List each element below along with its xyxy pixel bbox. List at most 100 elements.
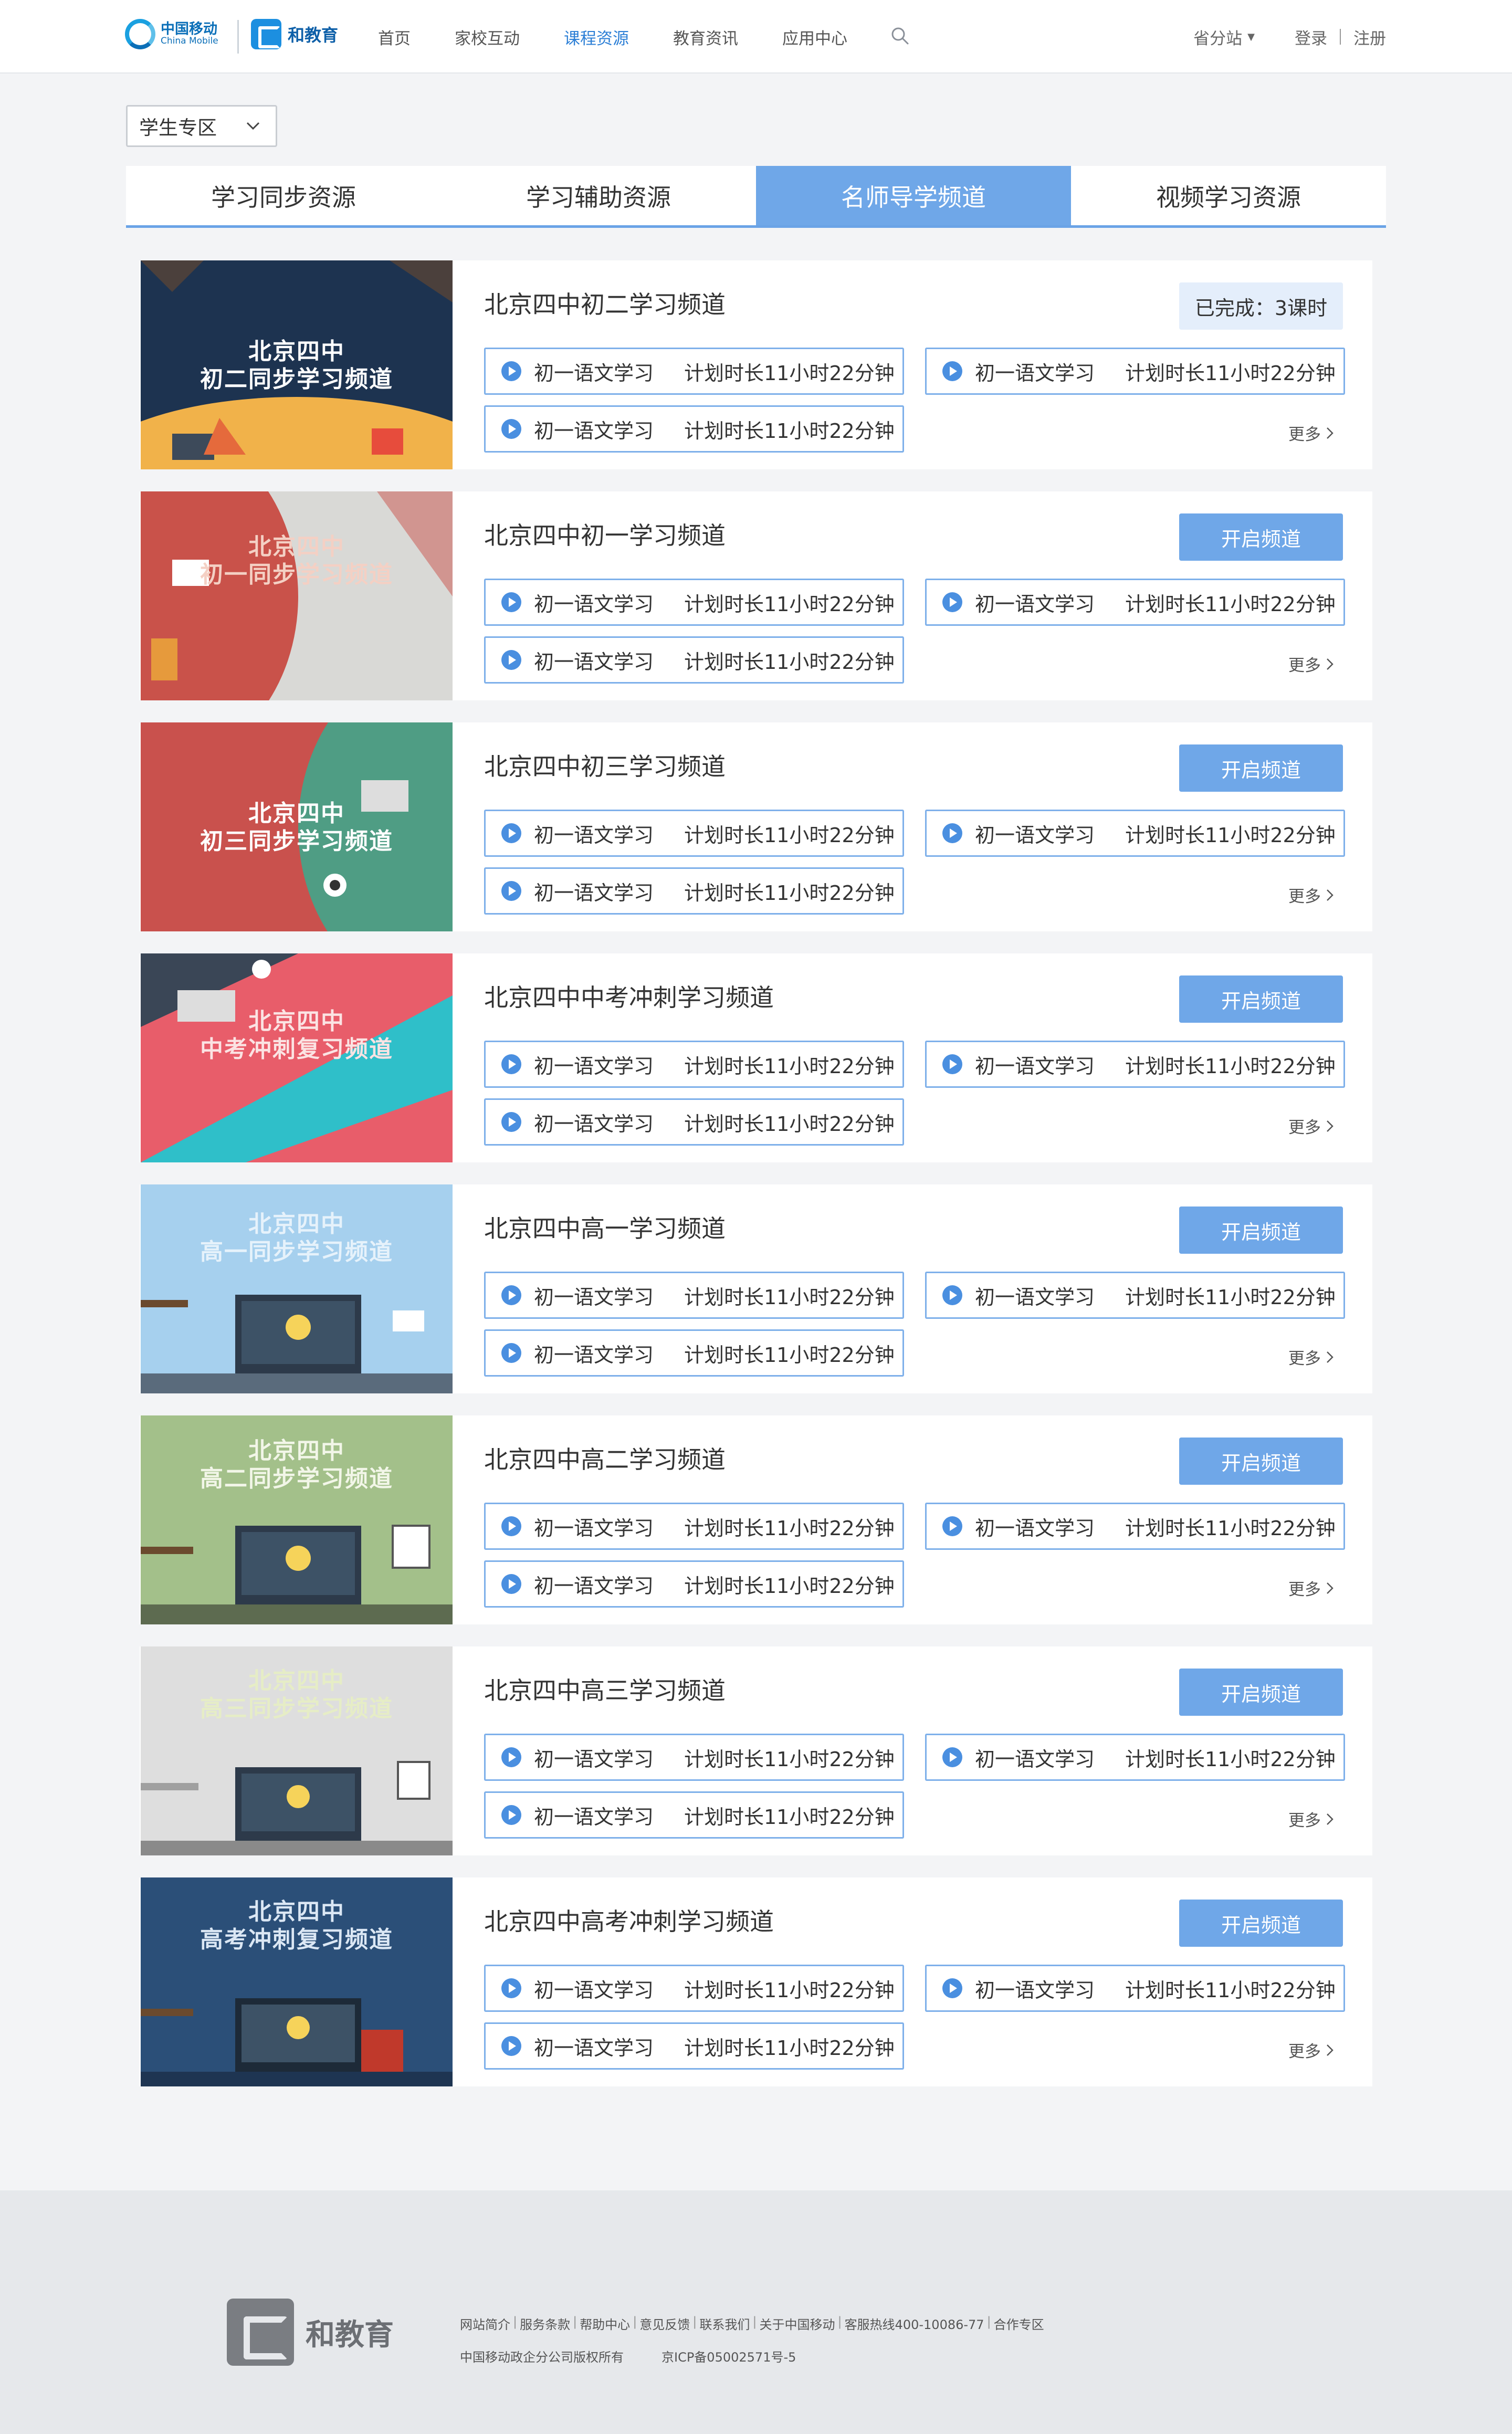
nav-item-news[interactable]: 教育资讯: [673, 25, 738, 49]
lesson-item[interactable]: 初一语文学习 计划时长11小时22分钟: [484, 1503, 904, 1550]
channel-title[interactable]: 北京四中高二学习频道: [484, 1441, 726, 1475]
more-link[interactable]: 更多: [1288, 1345, 1334, 1369]
lesson-duration: 计划时长11小时22分钟: [684, 881, 895, 905]
channel-thumbnail[interactable]: 北京四中 初三同步学习频道: [141, 722, 453, 931]
lesson-item[interactable]: 初一语文学习 计划时长11小时22分钟: [484, 1098, 904, 1146]
nav-item-apps[interactable]: 应用中心: [782, 25, 847, 49]
lesson-item[interactable]: 初一语文学习 计划时长11小时22分钟: [484, 1041, 904, 1088]
more-label: 更多: [1288, 656, 1321, 675]
lesson-name: 初一语文学习: [975, 1285, 1095, 1309]
channel-card: 北京四中 高三同步学习频道 北京四中高三学习频道 开启频道 初一语文学习 计划时…: [140, 1646, 1372, 1855]
lesson-name: 初一语文学习: [534, 650, 654, 674]
footer-link-about[interactable]: 网站简介: [460, 2314, 510, 2333]
lesson-item[interactable]: 初一语文学习 计划时长11小时22分钟: [484, 348, 904, 395]
open-channel-button[interactable]: 开启频道: [1179, 744, 1343, 792]
open-channel-button[interactable]: 开启频道: [1179, 1206, 1343, 1254]
lesson-item[interactable]: 初一语文学习 计划时长11小时22分钟: [484, 1734, 904, 1781]
brand-logo[interactable]: 和教育: [251, 19, 338, 49]
lesson-item[interactable]: 初一语文学习 计划时长11小时22分钟: [484, 579, 904, 626]
more-link[interactable]: 更多: [1288, 2038, 1334, 2062]
open-channel-button[interactable]: 开启频道: [1179, 1669, 1343, 1716]
channel-thumbnail[interactable]: 北京四中 高二同步学习频道: [141, 1415, 453, 1624]
channel-thumbnail[interactable]: 北京四中 初二同步学习频道: [141, 260, 453, 469]
lesson-item[interactable]: 初一语文学习 计划时长11小时22分钟: [925, 579, 1345, 626]
lesson-item[interactable]: 初一语文学习 计划时长11小时22分钟: [484, 2022, 904, 2070]
search-icon[interactable]: [890, 26, 909, 45]
play-icon: [501, 1516, 521, 1536]
footer-logo: 和教育: [227, 2299, 394, 2366]
open-channel-button[interactable]: 开启频道: [1179, 1900, 1343, 1947]
lesson-name: 初一语文学习: [534, 881, 654, 905]
more-label: 更多: [1288, 425, 1321, 444]
lesson-duration: 计划时长11小时22分钟: [1125, 1516, 1336, 1540]
thumb-title-line1: 北京四中: [248, 1211, 345, 1237]
province-dropdown[interactable]: 省分站 ▼: [1193, 25, 1255, 49]
lesson-item[interactable]: 初一语文学习 计划时长11小时22分钟: [484, 1791, 904, 1839]
channel-thumbnail[interactable]: 北京四中 初一同步学习频道: [141, 491, 453, 700]
lesson-item[interactable]: 初一语文学习 计划时长11小时22分钟: [925, 1734, 1345, 1781]
nav-item-home-school[interactable]: 家校互动: [455, 25, 520, 49]
channel-thumbnail[interactable]: 北京四中 高一同步学习频道: [141, 1184, 453, 1393]
zone-select[interactable]: 学生专区: [126, 105, 277, 147]
brand-cube-icon: [227, 2299, 294, 2366]
more-link[interactable]: 更多: [1288, 652, 1334, 676]
tab-teacher-channel[interactable]: 名师导学频道: [756, 166, 1071, 225]
lesson-item[interactable]: 初一语文学习 计划时长11小时22分钟: [484, 1560, 904, 1608]
channel-card: 北京四中 高一同步学习频道 北京四中高一学习频道 开启频道 初一语文学习 计划时…: [140, 1184, 1372, 1393]
tab-aux-resources[interactable]: 学习辅助资源: [441, 166, 756, 225]
lesson-item[interactable]: 初一语文学习 计划时长11小时22分钟: [925, 1041, 1345, 1088]
lesson-item[interactable]: 初一语文学习 计划时长11小时22分钟: [925, 1272, 1345, 1319]
brand-name: 和教育: [288, 25, 339, 45]
footer-link-feedback[interactable]: 意见反馈: [639, 2314, 690, 2333]
channel-title[interactable]: 北京四中初二学习频道: [484, 286, 726, 320]
lesson-item[interactable]: 初一语文学习 计划时长11小时22分钟: [484, 810, 904, 857]
channel-title[interactable]: 北京四中中考冲刺学习频道: [484, 979, 774, 1013]
footer-link-help[interactable]: 帮助中心: [580, 2314, 630, 2333]
lesson-name: 初一语文学习: [534, 1516, 654, 1540]
lesson-name: 初一语文学习: [534, 2036, 654, 2060]
channel-thumbnail[interactable]: 北京四中 高三同步学习频道: [141, 1646, 453, 1855]
tab-video-resources[interactable]: 视频学习资源: [1071, 166, 1386, 225]
china-mobile-logo[interactable]: 中国移动 China Mobile: [125, 19, 218, 49]
footer-link-contact[interactable]: 联系我们: [699, 2314, 750, 2333]
open-channel-button[interactable]: 开启频道: [1179, 975, 1343, 1023]
tab-sync-resources[interactable]: 学习同步资源: [126, 166, 441, 225]
lesson-item[interactable]: 初一语文学习 计划时长11小时22分钟: [484, 636, 904, 684]
lesson-item[interactable]: 初一语文学习 计划时长11小时22分钟: [484, 1272, 904, 1319]
channel-title[interactable]: 北京四中高考冲刺学习频道: [484, 1903, 774, 1937]
more-link[interactable]: 更多: [1288, 883, 1334, 907]
channel-thumbnail[interactable]: 北京四中 中考冲刺复习频道: [141, 953, 453, 1162]
lesson-item[interactable]: 初一语文学习 计划时长11小时22分钟: [925, 1503, 1345, 1550]
lesson-item[interactable]: 初一语文学习 计划时长11小时22分钟: [484, 405, 904, 453]
lesson-item[interactable]: 初一语文学习 计划时长11小时22分钟: [484, 1329, 904, 1377]
footer-link-hotline[interactable]: 客服热线400-10086-77: [845, 2314, 984, 2333]
nav-item-home[interactable]: 首页: [378, 25, 411, 49]
lesson-duration: 计划时长11小时22分钟: [684, 823, 895, 847]
lesson-item[interactable]: 初一语文学习 计划时长11小时22分钟: [484, 867, 904, 915]
footer-link-about-cmcc[interactable]: 关于中国移动: [759, 2314, 835, 2333]
open-channel-button[interactable]: 开启频道: [1179, 513, 1343, 561]
login-link[interactable]: 登录: [1295, 25, 1327, 49]
more-link[interactable]: 更多: [1288, 1807, 1334, 1831]
channel-thumbnail[interactable]: 北京四中 高考冲刺复习频道: [141, 1877, 453, 2086]
nav-item-courses[interactable]: 课程资源: [564, 25, 629, 49]
lesson-item[interactable]: 初一语文学习 计划时长11小时22分钟: [484, 1965, 904, 2012]
play-icon: [501, 1805, 521, 1825]
channel-title[interactable]: 北京四中高三学习频道: [484, 1672, 726, 1706]
footer-link-partners[interactable]: 合作专区: [994, 2314, 1044, 2333]
channel-title[interactable]: 北京四中初一学习频道: [484, 517, 726, 551]
channel-title[interactable]: 北京四中高一学习频道: [484, 1210, 726, 1244]
account-divider: [1340, 29, 1341, 45]
more-link[interactable]: 更多: [1288, 1114, 1334, 1138]
channel-title[interactable]: 北京四中初三学习频道: [484, 748, 726, 782]
play-icon: [501, 1747, 521, 1767]
register-link[interactable]: 注册: [1353, 25, 1386, 49]
open-channel-button[interactable]: 开启频道: [1179, 1438, 1343, 1485]
icp-number[interactable]: 京ICP备05002571号-5: [662, 2347, 796, 2365]
lesson-item[interactable]: 初一语文学习 计划时长11小时22分钟: [925, 810, 1345, 857]
lesson-item[interactable]: 初一语文学习 计划时长11小时22分钟: [925, 1965, 1345, 2012]
more-link[interactable]: 更多: [1288, 421, 1334, 445]
more-link[interactable]: 更多: [1288, 1576, 1334, 1600]
lesson-item[interactable]: 初一语文学习 计划时长11小时22分钟: [925, 348, 1345, 395]
footer-link-terms[interactable]: 服务条款: [520, 2314, 570, 2333]
